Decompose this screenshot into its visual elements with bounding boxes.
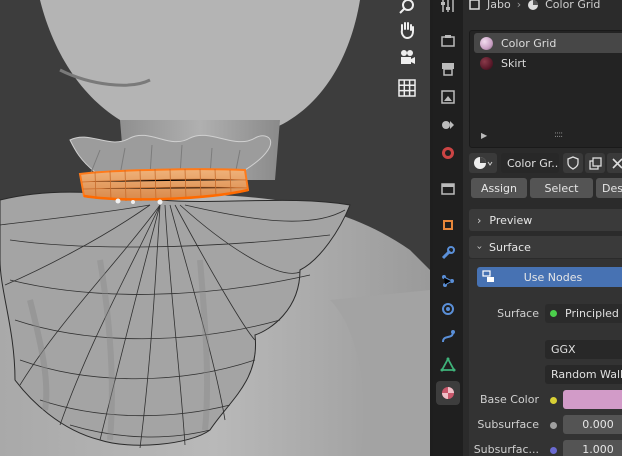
use-nodes-label: Use Nodes [523, 270, 583, 284]
material-small-icon [528, 0, 539, 10]
material-slot-label: Color Grid [501, 36, 557, 50]
color-socket-icon [550, 397, 557, 404]
object-icon [469, 0, 480, 10]
browse-material-button[interactable] [469, 153, 497, 173]
material-tab-icon[interactable] [436, 381, 460, 405]
material-browse-icon [474, 157, 493, 169]
breadcrumb-object: Jabo [487, 0, 511, 10]
particles-tab-icon[interactable] [436, 269, 460, 293]
shader-socket-icon [550, 310, 557, 317]
surface-panel-header[interactable]: › Surface [469, 236, 622, 258]
material-name-field[interactable]: Color Gr... [501, 153, 559, 173]
grid-ortho-icon[interactable] [393, 75, 421, 101]
material-preview-icon [480, 56, 493, 70]
distribution-dropdown[interactable]: GGX [545, 340, 622, 359]
constraints-tab-icon[interactable] [436, 325, 460, 349]
use-nodes-button[interactable]: Use Nodes [477, 267, 622, 287]
fake-user-shield-icon[interactable] [563, 153, 583, 173]
chevron-right-icon: › [477, 213, 482, 227]
deselect-button[interactable]: Des [596, 178, 622, 198]
material-preview-icon [480, 36, 493, 50]
hand-pan-icon[interactable] [393, 17, 421, 43]
output-tab-icon[interactable] [436, 57, 460, 81]
3d-viewport[interactable] [0, 0, 430, 456]
material-selector: Color Gr... [469, 152, 622, 174]
list-resize-handle[interactable]: :::: [554, 130, 563, 140]
subsurface-radius-field[interactable]: 1.000 [563, 440, 622, 456]
breadcrumb-separator-icon: › [516, 0, 522, 10]
base-color-label: Base Color [479, 393, 539, 406]
vector-socket-icon [550, 447, 557, 454]
properties-tab-strip [433, 0, 463, 456]
assign-button[interactable]: Assign [471, 178, 527, 198]
duplicate-material-icon[interactable] [585, 153, 605, 173]
surface-label: Surface [497, 307, 539, 320]
node-tree-icon [482, 270, 494, 282]
material-slot-label: Skirt [501, 56, 527, 70]
subsurface-value-field[interactable]: 0.000 [563, 415, 622, 434]
unlink-close-icon[interactable] [607, 153, 622, 173]
object-tab-icon[interactable] [436, 213, 460, 237]
select-button[interactable]: Select [530, 178, 593, 198]
list-expand-icon[interactable]: ▶ [481, 131, 487, 140]
physics-tab-icon[interactable] [436, 297, 460, 321]
breadcrumb-material: Color Grid [545, 0, 601, 10]
subsurface-radius-label: Subsurfac... [473, 443, 539, 456]
chevron-down-icon: › [473, 245, 485, 249]
material-slot-list[interactable]: Color Grid Skirt ▶ :::: [469, 30, 622, 148]
base-color-swatch[interactable] [563, 390, 622, 409]
material-slot-item[interactable]: Skirt [474, 53, 622, 73]
surface-shader-value: Principled B [565, 307, 622, 320]
preview-panel-title: Preview [489, 213, 533, 227]
value-socket-icon [550, 422, 557, 429]
subsurface-label: Subsurface [477, 418, 539, 431]
properties-panel: Jabo › Color Grid Color Grid Skirt ▶ :::… [463, 0, 622, 456]
camera-view-icon[interactable] [393, 45, 421, 71]
preview-panel-header[interactable]: › Preview [469, 209, 622, 231]
collection-tab-icon[interactable] [436, 177, 460, 201]
render-tab-icon[interactable] [436, 29, 460, 53]
view-layer-tab-icon[interactable] [436, 85, 460, 109]
scene-tab-icon[interactable] [436, 113, 460, 137]
world-tab-icon[interactable] [436, 141, 460, 165]
object-data-tab-icon[interactable] [436, 353, 460, 377]
breadcrumb: Jabo › Color Grid [463, 0, 622, 10]
surface-panel-title: Surface [489, 240, 531, 254]
viewport-scene[interactable] [0, 0, 430, 456]
material-slot-item[interactable]: Color Grid [474, 33, 622, 53]
subsurface-method-dropdown[interactable]: Random Walk [545, 365, 622, 384]
surface-shader-field[interactable]: Principled B [545, 304, 622, 323]
modifier-wrench-tab-icon[interactable] [436, 241, 460, 265]
tool-settings-tab-icon[interactable] [436, 0, 460, 18]
surface-panel-body: Use Nodes Surface Principled B GGX Rando… [469, 259, 622, 456]
